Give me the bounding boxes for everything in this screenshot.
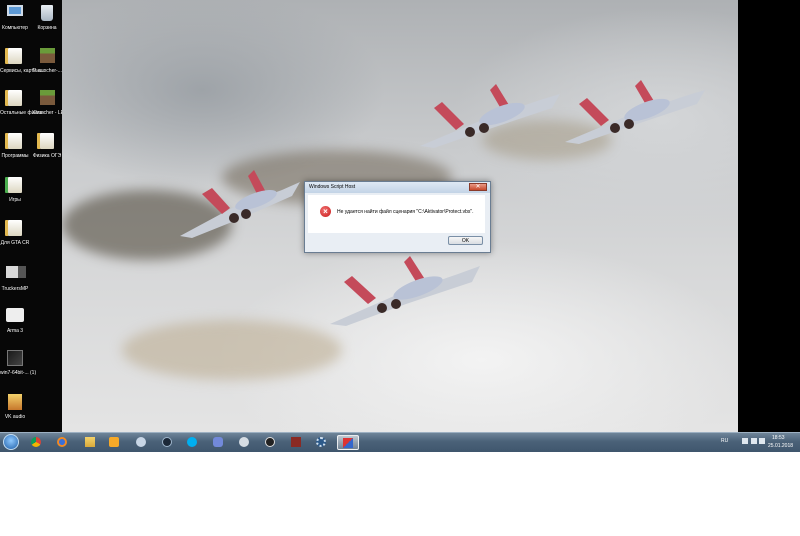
arrow-up-icon[interactable] — [742, 438, 748, 444]
desktop-icon-truckersmp[interactable]: TruckersMP — [0, 263, 30, 292]
error-x-icon: × — [320, 206, 331, 217]
script-host-dialog: Windows Script Host ✕ × Не удается найти… — [304, 181, 491, 253]
arma-icon — [6, 308, 24, 322]
installer-icon — [7, 350, 23, 366]
clock-date[interactable]: 25.01.2018 — [768, 443, 793, 449]
desktop-icon-recycle-bin[interactable]: Корзина — [32, 5, 62, 31]
unity-icon[interactable] — [262, 435, 278, 450]
desktop-icon-label: Сервисы, картинк... — [0, 68, 46, 74]
dialog-body: × Не удается найти файл сценария "C:\Akt… — [308, 195, 485, 233]
skype-icon[interactable] — [184, 435, 200, 450]
desktop-icon-label: Корзина — [37, 25, 57, 31]
desktop-icon-tlauncher[interactable]: TLauncher-... — [32, 48, 62, 74]
app3-icon[interactable] — [288, 435, 304, 450]
desktop-icon-programs[interactable]: Программы — [0, 133, 30, 159]
desktop-icon-vk-audio[interactable]: VK audio — [0, 394, 30, 420]
firefox-icon[interactable] — [54, 435, 70, 450]
app2-icon[interactable] — [236, 435, 252, 450]
desktop-icon-games[interactable]: Игры — [0, 177, 30, 203]
chrome-icon[interactable] — [28, 435, 44, 450]
desktop-icon-label: Arma 3 — [6, 328, 24, 334]
desktop-icon-label: Компьютер — [2, 25, 28, 31]
folder-icon — [8, 220, 22, 236]
desktop-icon-other-files[interactable]: Остальные файлы — [0, 90, 44, 116]
folder-icon — [8, 48, 22, 64]
desktop-icon-label: Физика ОГЭ — [32, 153, 62, 159]
recycle-bin-icon — [41, 5, 53, 21]
folder-icon — [8, 177, 22, 193]
dialog-close-button[interactable]: ✕ — [469, 183, 487, 191]
app-icon[interactable] — [133, 435, 149, 450]
desktop-icon-label: TLauncher-... — [32, 68, 62, 74]
volume-icon[interactable] — [759, 438, 765, 444]
ok-button[interactable]: OK — [448, 236, 483, 245]
language-indicator[interactable]: RU — [721, 438, 728, 444]
smoke-trail — [122, 320, 342, 380]
explorer-icon[interactable] — [82, 435, 98, 450]
desktop-icon-label: Xauncher - LEGACY — [32, 110, 79, 116]
desktop-icon-computer[interactable]: Компьютер — [0, 5, 30, 31]
desktop-icon-xauncher[interactable]: Xauncher - LEGACY — [32, 90, 79, 116]
desktop-icon-arma3[interactable]: Arma 3 — [0, 306, 30, 334]
network-icon[interactable] — [751, 438, 757, 444]
jet-image — [565, 80, 705, 144]
jet-image — [180, 170, 300, 238]
desktop-icon-win7-installer[interactable]: win7-64bit-... (1) — [0, 350, 37, 376]
desktop-icon-gta[interactable]: Для GTA CR — [0, 220, 30, 246]
dialog-message: Не удается найти файл сценария "C:\Aktiv… — [337, 209, 474, 215]
desktop-icon-label: VK audio — [4, 414, 26, 420]
desktop-icon-column: Компьютер Корзина Сервисы, картинк... TL… — [0, 0, 79, 432]
taskbar: RU 18:53 25.01.2018 — [0, 432, 800, 452]
computer-icon — [7, 5, 23, 16]
folder-icon — [8, 133, 22, 149]
script-host-icon[interactable] — [337, 435, 359, 450]
settings-icon[interactable] — [313, 435, 329, 450]
desktop-icon-label: TruckersMP — [1, 286, 29, 292]
discord-icon[interactable] — [210, 435, 226, 450]
start-button[interactable] — [3, 434, 19, 450]
desktop-icon-label: win7-64bit-... (1) — [0, 370, 37, 376]
jet-image — [330, 256, 480, 326]
jet-image — [420, 84, 560, 148]
folder-icon — [8, 90, 22, 106]
folder-icon — [8, 394, 22, 410]
dialog-titlebar[interactable]: Windows Script Host ✕ — [305, 182, 490, 193]
desktop-icon-services[interactable]: Сервисы, картинк... — [0, 48, 46, 74]
minecraft-icon — [39, 48, 55, 63]
truck-icon — [6, 266, 26, 278]
system-tray: RU 18:53 25.01.2018 — [718, 433, 800, 452]
dialog-title: Windows Script Host — [309, 184, 356, 190]
desktop-icon-physics[interactable]: Физика ОГЭ — [32, 133, 62, 159]
desktop-icon-label: Остальные файлы — [0, 110, 44, 116]
clock-time[interactable]: 18:53 — [772, 435, 785, 441]
desktop-icon-label: Для GTA CR — [0, 240, 30, 246]
close-icon: ✕ — [475, 184, 481, 190]
desktop-icon-label: Игры — [9, 197, 21, 203]
desktop-screen: Компьютер Корзина Сервисы, картинк... TL… — [0, 0, 800, 452]
desktop-icon-label: Программы — [1, 153, 29, 159]
minecraft-icon — [39, 90, 55, 105]
folder-icon — [40, 133, 54, 149]
media-player-icon[interactable] — [106, 435, 122, 450]
steam-icon[interactable] — [159, 435, 175, 450]
screen-border-right — [738, 0, 800, 432]
